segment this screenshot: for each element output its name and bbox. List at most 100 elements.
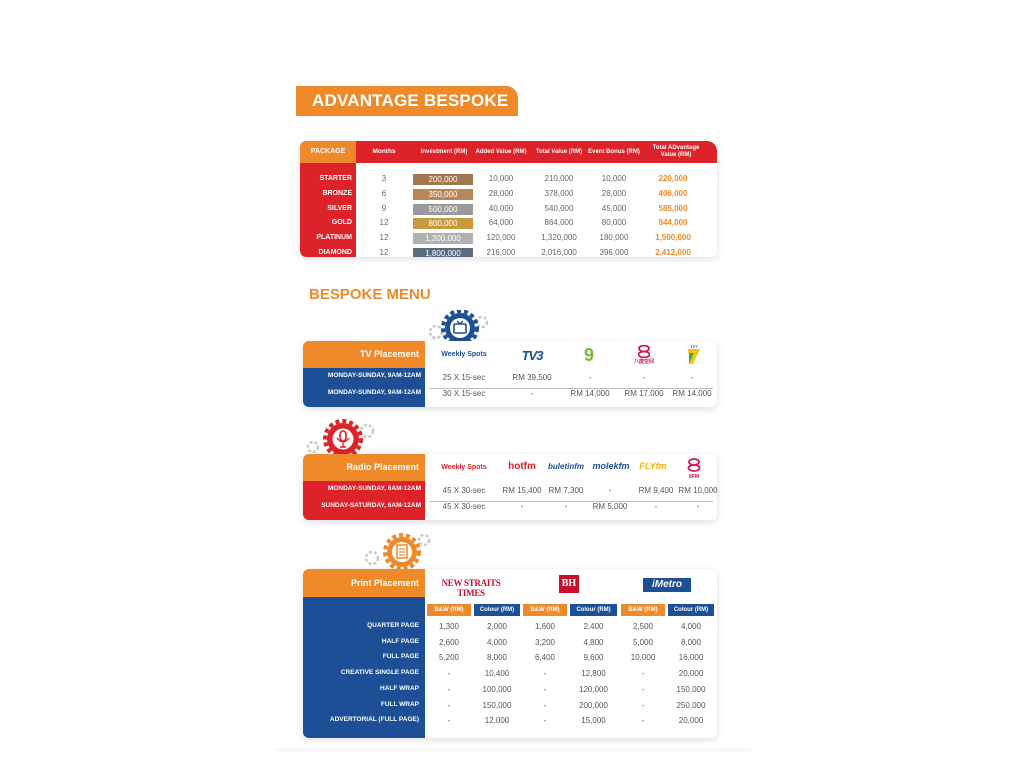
print-price: 8,000 [486, 653, 508, 663]
tv-row-divider [429, 388, 713, 389]
package-total-advantage: 585,000 [658, 203, 688, 213]
package-total-advantage: 220,000 [658, 174, 688, 183]
package-added: 28,000 [488, 188, 514, 198]
header-total-value: Total Value (RM) [535, 148, 583, 155]
package-total: 210,000 [544, 174, 574, 183]
package-months: 6 [381, 188, 387, 198]
print-price: - [447, 700, 451, 710]
header-investment: Investment (RM) [420, 148, 468, 155]
package-total: 2,016,000 [541, 248, 577, 257]
print-price: 8,000 [680, 637, 702, 647]
package-row: DIAMOND 12 216,000 2,016,000 396,000 1,800,00… [300, 245, 717, 257]
print-price: - [543, 669, 547, 679]
print-price: 150,000 [676, 684, 706, 694]
print-price: 12,000 [484, 716, 510, 726]
radio-price: RM 10,000 [678, 486, 718, 495]
package-investment: 350,000 [413, 188, 473, 200]
radio-price: - [608, 486, 612, 495]
molekfm-logo: molekfm [592, 461, 630, 471]
package-total: 864,000 [544, 218, 574, 228]
package-bonus: 10,000 [601, 174, 627, 183]
package-name: BRONZE [322, 189, 352, 197]
print-price: - [543, 700, 547, 710]
print-subhead: B&W (RM) [621, 604, 665, 616]
8tv-label: 八度空间 [633, 359, 654, 365]
print-subhead: Colour (RM) [570, 604, 617, 616]
print-price: 4,000 [680, 622, 702, 631]
tv-slot-1: MONDAY-SUNDAY, 9AM-12AM [303, 368, 425, 384]
package-bonus: 396,000 [599, 248, 629, 257]
tv-slot-2: MONDAY-SUNDAY, 9AM-12AM [303, 384, 425, 407]
package-table: PACKAGE Months Investment (RM) Added Val… [300, 141, 717, 257]
bespoke-menu-title: BESPOKE MENU [309, 286, 431, 303]
package-bonus: 45,000 [601, 203, 627, 213]
print-price: - [447, 684, 451, 694]
print-price: 5,200 [438, 653, 460, 663]
8tv-logo: 八度空间 [629, 345, 659, 367]
radio-gear-icon [306, 419, 375, 459]
radio-placement-card: Radio Placement MONDAY-SUNDAY, 6AM-12AM … [303, 454, 718, 520]
print-price: 6,400 [534, 653, 556, 663]
tv-price: - [588, 373, 592, 382]
print-price: 4,000 [486, 637, 508, 647]
print-price: 100,000 [482, 684, 512, 694]
package-row: PLATINUM 12 120,000 1,320,000 180,000 1,200,0… [300, 230, 717, 245]
header-package: PACKAGE [300, 141, 356, 163]
tv-price: - [642, 373, 646, 382]
print-price: 12,800 [581, 669, 606, 679]
print-price: 9,600 [583, 653, 604, 663]
package-total: 540,000 [544, 203, 574, 213]
package-added: 64,000 [488, 218, 514, 228]
radio-row-divider [429, 501, 713, 502]
print-price: 20,000 [678, 716, 704, 726]
tv-price: - [690, 373, 694, 382]
print-subhead: Colour (RM) [668, 604, 714, 616]
tv-spots: 30 X 15-sec [442, 389, 486, 398]
ntv7-logo: TV7 [681, 344, 707, 366]
print-subhead: B&W (RM) [523, 604, 567, 616]
tv-price: RM 39,500 [512, 373, 552, 382]
radio-slot-1: MONDAY-SUNDAY, 6AM-12AM [303, 481, 425, 497]
svg-text:TV7: TV7 [690, 344, 698, 349]
print-price: - [641, 700, 645, 710]
radio-price: - [520, 502, 524, 511]
print-price: 4,800 [583, 637, 604, 647]
svg-text:8FM: 8FM [689, 474, 699, 480]
package-table-header: PACKAGE Months Investment (RM) Added Val… [300, 141, 717, 163]
package-added: 120,000 [486, 233, 516, 243]
print-price: - [641, 716, 645, 726]
print-price: 10,000 [630, 653, 656, 663]
hotfm-logo: hotfm [508, 461, 536, 472]
package-total-advantage: 944,000 [658, 218, 688, 228]
package-added: 40,000 [488, 203, 514, 213]
print-price: 2,400 [583, 622, 604, 631]
print-placement-label: Print Placement [303, 569, 425, 597]
print-subhead: Colour (RM) [474, 604, 520, 616]
print-price: 250,000 [676, 700, 706, 710]
package-bonus: 180,000 [599, 233, 629, 243]
header-event-bonus: Event Bonus (RM) [588, 148, 640, 155]
radio-price: - [564, 502, 568, 511]
page-title: ADVANTAGE BESPOKE [296, 86, 518, 116]
package-total: 378,000 [544, 188, 574, 198]
radio-price: RM 7,300 [548, 486, 584, 495]
package-months: 9 [381, 203, 387, 213]
print-subhead: B&W (RM) [427, 604, 471, 616]
tv-placement-label: TV Placement [303, 341, 425, 368]
package-name: SILVER [327, 204, 352, 212]
header-added-value: Added Value (RM) [475, 148, 527, 155]
tv-weekly-spots: Weekly Spots [441, 351, 487, 358]
tv-price: RM 14,000 [672, 389, 712, 398]
print-row-name: FULL WRAP [380, 700, 419, 708]
package-investment: 200,000 [413, 174, 473, 185]
print-price: 200,000 [579, 700, 608, 710]
radio-price: RM 5,000 [592, 502, 628, 511]
print-price: - [543, 716, 547, 726]
package-name: DIAMOND [318, 249, 352, 256]
print-price: 2,600 [438, 637, 460, 647]
print-placement-card: Print Placement NEW STRAITS TIMES BH iMe… [303, 569, 717, 738]
print-price: 150,000 [482, 700, 512, 710]
print-row-name: ADVERTORIAL (FULL PAGE) [329, 716, 419, 724]
print-row-name: QUARTER PAGE [367, 622, 419, 629]
package-bonus: 80,000 [601, 218, 627, 228]
